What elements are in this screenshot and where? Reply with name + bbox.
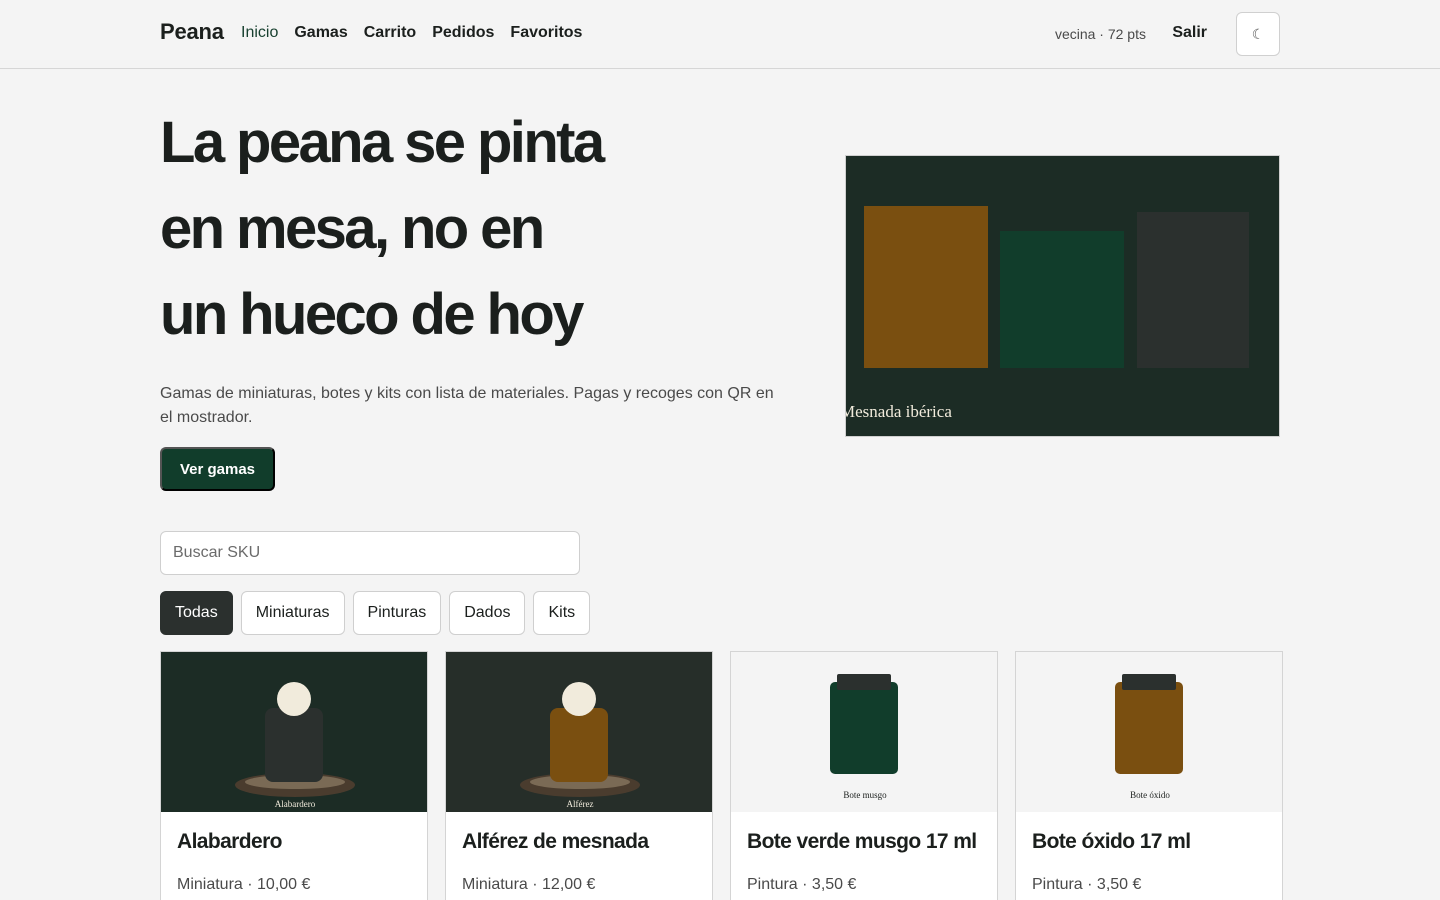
- filter-miniaturas[interactable]: Miniaturas: [240, 591, 345, 635]
- hero-image-block-1: [864, 206, 988, 368]
- product-image-label: Bote musgo: [843, 790, 887, 800]
- product-card[interactable]: Alférez Alférez de mesnada Miniatura · 1…: [445, 651, 713, 900]
- hero-subtitle: Gamas de miniaturas, botes y kits con li…: [160, 385, 774, 426]
- product-name[interactable]: Bote verde musgo 17 ml: [747, 830, 977, 854]
- product-meta: Miniatura · 10,00 €: [177, 876, 311, 893]
- product-image: Bote óxido: [1016, 652, 1282, 812]
- logout-button[interactable]: Salir: [1172, 24, 1207, 42]
- product-name[interactable]: Alférez de mesnada: [462, 830, 649, 854]
- nav-link-inicio[interactable]: Inicio: [241, 24, 278, 42]
- ver-gamas-button[interactable]: Ver gamas: [160, 447, 275, 491]
- hero-title-line-2: en mesa, no en: [160, 196, 545, 261]
- product-image-label: Alabardero: [274, 799, 316, 809]
- product-grid: Alabardero Alabardero Miniatura · 10,00 …: [160, 651, 1283, 900]
- paint-pot-body: [830, 682, 898, 774]
- hero-title-line-1: La peana se pinta: [160, 110, 605, 175]
- hero-title: La peana se pinta en mesa, no en un huec…: [160, 100, 800, 358]
- figure-body: [550, 708, 608, 782]
- product-meta: Pintura · 3,50 €: [747, 876, 857, 893]
- user-points: vecina · 72 pts: [1054, 26, 1146, 42]
- product-image: Alférez: [446, 652, 712, 812]
- product-card[interactable]: Alabardero Alabardero Miniatura · 10,00 …: [160, 651, 428, 900]
- top-nav: Peana Inicio Gamas Carrito Pedidos Favor…: [0, 0, 1440, 69]
- sku-search-input[interactable]: [160, 531, 580, 575]
- nav-link-carrito[interactable]: Carrito: [364, 24, 416, 42]
- figure-body: [265, 708, 323, 782]
- hero-image-block-2: [1000, 231, 1124, 368]
- hero-image: Mesnada ibérica: [845, 155, 1280, 437]
- nav-links: Inicio Gamas Carrito Pedidos Favoritos: [241, 24, 582, 42]
- paint-pot-lid: [837, 674, 891, 690]
- nav-link-pedidos[interactable]: Pedidos: [432, 24, 494, 42]
- figure-head: [562, 682, 596, 716]
- product-image-label: Bote óxido: [1130, 790, 1170, 800]
- nav-link-favoritos[interactable]: Favoritos: [510, 24, 582, 42]
- product-image: Alabardero: [161, 652, 427, 812]
- moon-icon: ☾: [1251, 25, 1265, 42]
- filter-dados[interactable]: Dados: [449, 591, 526, 635]
- nav-link-gamas[interactable]: Gamas: [294, 24, 347, 42]
- product-name[interactable]: Bote óxido 17 ml: [1032, 830, 1191, 854]
- paint-pot-lid: [1122, 674, 1176, 690]
- hero-image-block-3: [1137, 212, 1249, 368]
- product-card[interactable]: Bote óxido Bote óxido 17 ml Pintura · 3,…: [1015, 651, 1283, 900]
- figure-head: [277, 682, 311, 716]
- product-meta: Pintura · 3,50 €: [1032, 876, 1142, 893]
- product-image-label: Alférez: [566, 799, 594, 809]
- category-filters: Todas Miniaturas Pinturas Dados Kits: [160, 591, 591, 635]
- product-card[interactable]: Bote musgo Bote verde musgo 17 ml Pintur…: [730, 651, 998, 900]
- brand-logo[interactable]: Peana: [160, 19, 224, 45]
- filter-todas[interactable]: Todas: [160, 591, 233, 635]
- filter-kits[interactable]: Kits: [533, 591, 591, 635]
- theme-toggle-button[interactable]: ☾: [1236, 12, 1280, 56]
- filter-pinturas[interactable]: Pinturas: [352, 591, 442, 635]
- paint-pot-body: [1115, 682, 1183, 774]
- product-meta: Miniatura · 12,00 €: [462, 876, 596, 893]
- product-name[interactable]: Alabardero: [177, 830, 282, 854]
- hero-title-line-3: un hueco de hoy: [160, 282, 584, 347]
- product-image: Bote musgo: [731, 652, 997, 812]
- hero-image-caption: Mesnada ibérica: [845, 402, 952, 421]
